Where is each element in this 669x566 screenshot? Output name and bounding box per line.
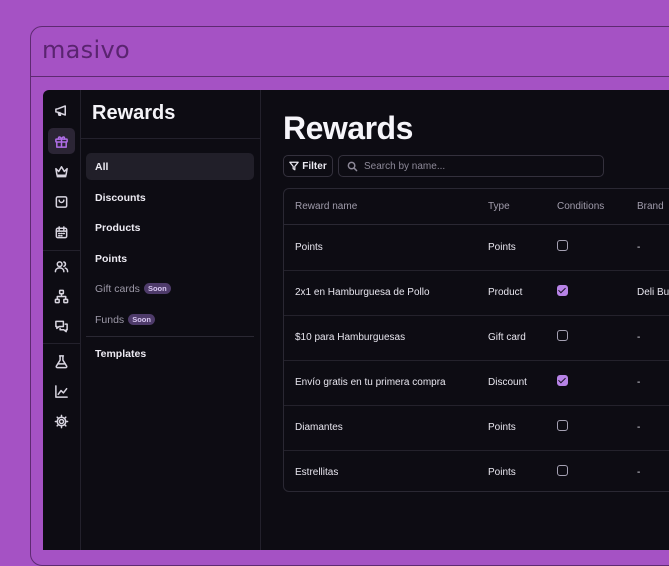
reward-name-cell: Envío gratis en tu primera compra [295,377,446,388]
rail-item-orders[interactable] [48,188,75,214]
subnav-item-all[interactable]: All [86,153,254,180]
subnav-item-label: Gift cards [95,282,140,295]
reward-name-cell: 2x1 en Hamburguesa de Pollo [295,287,430,298]
brand-cell: - [637,332,641,343]
subnav-divider [81,138,260,139]
conditions-checkbox[interactable] [557,375,568,386]
search-input[interactable] [364,160,584,172]
search-icon [347,161,358,171]
page-title: Rewards [283,110,413,146]
hierarchy-icon [54,289,69,303]
table-row[interactable]: 2x1 en Hamburguesa de Pollo Product Deli… [284,270,669,316]
app-frame: Rewards All Discounts Products Points Gi… [43,90,669,550]
reward-name-cell: Points [295,242,323,253]
gift-icon [55,135,68,148]
soon-badge: Soon [143,283,171,294]
rail-item-calendar[interactable] [48,219,75,245]
table-row[interactable]: Estrellitas Points - [284,450,669,491]
brand-cell: - [637,377,641,388]
search-box[interactable] [338,155,604,177]
rail-item-rewards[interactable] [48,128,75,154]
filter-button[interactable]: Filter [283,155,333,177]
flask-icon [55,354,68,368]
reward-name-cell: $10 para Hamburguesas [295,332,406,343]
window-title: masivo [42,36,130,64]
crown-icon [55,165,68,177]
type-cell: Points [488,242,516,253]
rail-item-campaigns[interactable] [48,97,75,123]
rail-item-messages[interactable] [48,313,75,339]
column-header-type[interactable]: Type [488,201,510,212]
table-row[interactable]: Points Points - [284,225,669,271]
table-row[interactable]: $10 para Hamburguesas Gift card - [284,315,669,361]
conditions-checkbox[interactable] [557,465,568,476]
type-cell: Points [488,422,516,433]
rail-item-analytics[interactable] [48,378,75,404]
filter-icon [289,161,300,171]
subnav-item-gift-cards: Gift cards Soon [86,275,254,302]
type-cell: Points [488,467,516,478]
rail-divider [43,250,80,251]
subnav-title: Rewards [92,102,176,124]
subnav-divider [86,336,254,337]
chart-icon [55,384,68,398]
rail-item-labs[interactable] [48,348,75,374]
shopping-bag-icon [55,195,68,208]
subnav-item-label: Templates [95,347,147,360]
brand-cell: - [637,467,641,478]
rail-divider [43,343,80,344]
calendar-icon [55,225,68,238]
conditions-checkbox[interactable] [557,330,568,341]
subnav-item-label: Funds [95,313,125,326]
type-cell: Discount [488,377,527,388]
icon-rail [43,90,81,550]
rewards-subnav: Rewards All Discounts Products Points Gi… [81,90,261,550]
window-titlebar: masivo [31,27,669,77]
subnav-item-points[interactable]: Points [86,245,254,272]
subnav-item-label: Discounts [95,191,146,204]
rail-item-tiers[interactable] [48,158,75,184]
subnav-item-label: Points [95,252,128,265]
filter-label: Filter [302,160,327,172]
type-cell: Gift card [488,332,526,343]
subnav-item-label: All [95,160,109,173]
soon-badge: Soon [128,314,155,325]
rail-item-customers[interactable] [48,253,75,279]
reward-name-cell: Estrellitas [295,467,339,478]
brand-cell: - [637,242,641,253]
main-content: Rewards Filter Reward name Type Conditio… [261,90,669,550]
table-header: Reward name Type Conditions Brand [284,189,669,225]
subnav-item-label: Products [95,221,141,234]
subnav-item-templates[interactable]: Templates [86,340,254,367]
type-cell: Product [488,287,523,298]
brand-cell: Deli Bu [637,287,669,298]
subnav-item-discounts[interactable]: Discounts [86,184,254,211]
subnav-item-products[interactable]: Products [86,214,254,241]
megaphone-icon [55,104,66,116]
column-header-brand[interactable]: Brand [637,201,664,212]
subnav-item-funds: Funds Soon [86,306,254,333]
conditions-checkbox[interactable] [557,240,568,251]
table-row[interactable]: Envío gratis en tu primera compra Discou… [284,360,669,406]
column-header-reward-name[interactable]: Reward name [295,201,357,212]
chat-icon [55,320,68,332]
conditions-checkbox[interactable] [557,285,568,296]
reward-name-cell: Diamantes [295,422,343,433]
rail-item-settings[interactable] [48,408,75,434]
users-icon [54,260,69,272]
conditions-checkbox[interactable] [557,420,568,431]
rewards-table: Reward name Type Conditions Brand Points… [283,188,669,492]
table-row[interactable]: Diamantes Points - [284,405,669,451]
brand-cell: - [637,422,641,433]
column-header-conditions[interactable]: Conditions [557,201,604,212]
gear-icon [54,414,69,428]
rail-item-organization[interactable] [48,283,75,309]
